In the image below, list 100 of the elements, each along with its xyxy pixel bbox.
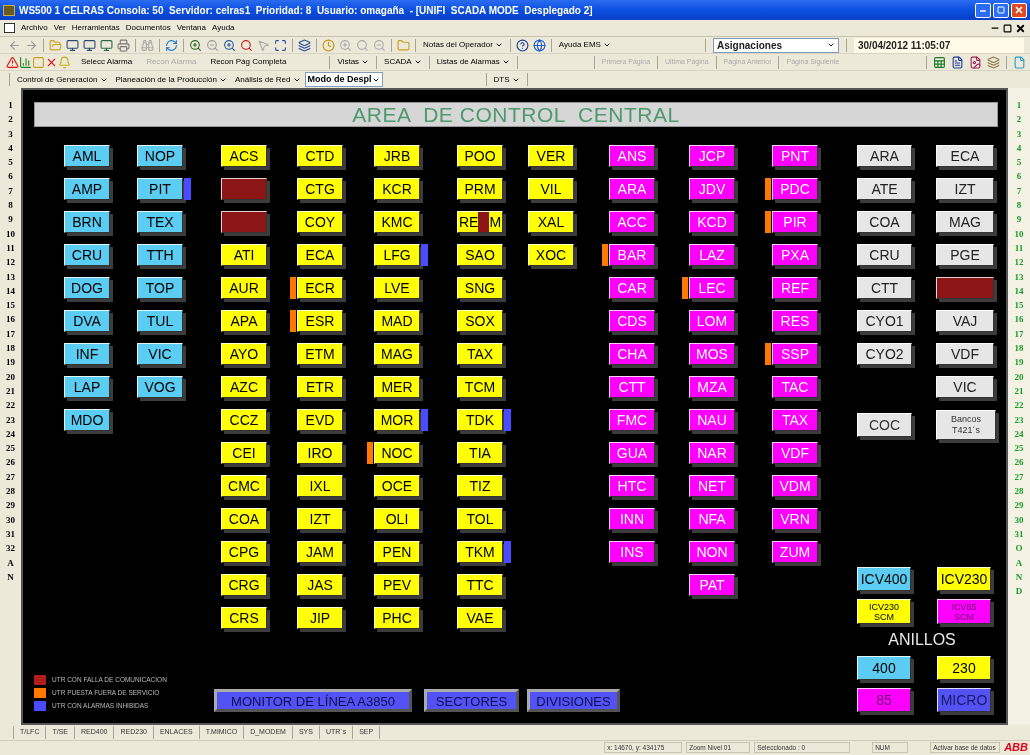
station-button[interactable]: ECA bbox=[936, 145, 994, 167]
row-marker[interactable]: 30 bbox=[6, 512, 15, 527]
station-button[interactable]: EVD bbox=[297, 409, 343, 431]
toolbar-button[interactable]: Selecc Alarma bbox=[77, 56, 137, 68]
station-button[interactable]: KCR bbox=[374, 178, 420, 200]
menu-item[interactable]: Herramientas bbox=[71, 22, 120, 34]
row-marker[interactable]: 23 bbox=[6, 412, 15, 427]
station-button[interactable]: MDO bbox=[64, 409, 110, 431]
station-button[interactable]: DOG bbox=[64, 277, 110, 299]
row-marker[interactable]: 27 bbox=[6, 469, 15, 484]
station-button[interactable]: LVE bbox=[374, 277, 420, 299]
station-button[interactable]: VIC bbox=[936, 376, 994, 398]
station-button[interactable]: ARA bbox=[857, 145, 912, 167]
station-button[interactable]: CRU bbox=[857, 244, 912, 266]
station-button[interactable]: Bancos T421´s bbox=[936, 410, 996, 440]
row-marker[interactable]: 13 bbox=[6, 269, 15, 284]
row-marker[interactable]: 14 bbox=[6, 283, 15, 299]
station-button[interactable]: TOL bbox=[457, 508, 503, 530]
station-button[interactable]: SNG bbox=[457, 277, 503, 299]
station-button[interactable]: TKM bbox=[457, 541, 503, 563]
station-button[interactable]: MOR bbox=[374, 409, 420, 431]
station-button[interactable]: PHC bbox=[374, 607, 420, 629]
station-button[interactable]: VAJ bbox=[936, 310, 994, 332]
station-button[interactable]: CMC bbox=[221, 475, 267, 497]
station-button[interactable]: VAE bbox=[457, 607, 503, 629]
row-marker[interactable]: 25 bbox=[6, 441, 15, 456]
station-button[interactable]: SOX bbox=[457, 310, 503, 332]
station-button[interactable]: COA bbox=[857, 211, 912, 233]
menu-item[interactable]: Ver bbox=[53, 22, 66, 34]
station-button[interactable]: XOC bbox=[528, 244, 574, 266]
row-marker[interactable]: 17 bbox=[6, 326, 15, 342]
row-marker[interactable]: 12 bbox=[6, 255, 15, 270]
station-button[interactable]: INF bbox=[64, 343, 110, 365]
row-marker[interactable]: N bbox=[7, 569, 14, 585]
row-marker[interactable]: 2 bbox=[8, 112, 13, 127]
station-button[interactable]: IZT bbox=[936, 178, 994, 200]
station-button[interactable]: CCZ bbox=[221, 409, 267, 431]
station-button[interactable]: AUR bbox=[221, 277, 267, 299]
row-marker[interactable]: 6 bbox=[8, 169, 13, 184]
toolbar-menu[interactable]: Control de Generación bbox=[13, 72, 112, 87]
toolbar-menu[interactable]: DTS bbox=[489, 72, 524, 87]
row-marker[interactable]: 10 bbox=[6, 226, 15, 241]
station-button[interactable]: CPG bbox=[221, 541, 267, 563]
station-button[interactable]: COC bbox=[857, 413, 912, 438]
station-button[interactable]: JAS bbox=[297, 574, 343, 596]
row-marker[interactable]: 11 bbox=[6, 240, 15, 256]
station-button[interactable]: VIC bbox=[137, 343, 183, 365]
station-button[interactable]: LFG bbox=[374, 244, 420, 266]
row-marker[interactable]: 15 bbox=[6, 298, 15, 313]
ring-button[interactable]: ICV230 SCM bbox=[857, 599, 911, 624]
station-button[interactable]: TUL bbox=[137, 310, 183, 332]
toolbar-menu[interactable]: Listas de Alarmas bbox=[432, 54, 514, 70]
station-button[interactable]: MAG bbox=[374, 343, 420, 365]
station-button[interactable]: CEI bbox=[221, 442, 267, 464]
station-button[interactable]: TOP bbox=[137, 277, 183, 299]
menu-item[interactable]: Documentos bbox=[125, 22, 171, 34]
row-marker[interactable]: 19 bbox=[6, 355, 15, 370]
station-button[interactable]: APA bbox=[221, 310, 267, 332]
row-marker[interactable]: 31 bbox=[6, 526, 15, 542]
station-button[interactable]: JAM bbox=[297, 541, 343, 563]
station-button[interactable]: VOG bbox=[137, 376, 183, 398]
station-button[interactable]: TAX bbox=[457, 343, 503, 365]
station-button[interactable]: CRG bbox=[221, 574, 267, 596]
station-button[interactable]: VER bbox=[528, 145, 574, 167]
station-button[interactable]: CYO1 bbox=[857, 310, 912, 332]
row-marker[interactable]: 20 bbox=[6, 369, 15, 384]
toolbar-button[interactable]: Recon Pág Completa bbox=[206, 56, 291, 68]
station-button[interactable]: COA bbox=[221, 508, 267, 530]
ring-button[interactable]: 230 bbox=[937, 656, 991, 680]
station-button[interactable]: LAP bbox=[64, 376, 110, 398]
row-marker[interactable]: 21 bbox=[6, 383, 15, 399]
station-button[interactable]: VDF bbox=[936, 343, 994, 365]
row-marker[interactable]: 7 bbox=[8, 183, 13, 199]
toolbar-menu[interactable]: SCADA bbox=[380, 54, 426, 70]
station-button[interactable]: ESR bbox=[297, 310, 343, 332]
station-button[interactable]: AZC bbox=[221, 376, 267, 398]
station-button[interactable]: CTT bbox=[857, 277, 912, 299]
station-button[interactable]: ECA bbox=[297, 244, 343, 266]
station-button[interactable]: AMP bbox=[64, 178, 110, 200]
station-button[interactable]: PRM bbox=[457, 178, 503, 200]
station-button[interactable]: KMC bbox=[374, 211, 420, 233]
row-marker[interactable]: 3 bbox=[8, 126, 13, 141]
station-button[interactable]: SAO bbox=[457, 244, 503, 266]
menu-item[interactable]: Ayuda bbox=[212, 22, 235, 34]
assignments-dropdown[interactable]: Asignaciones bbox=[713, 37, 839, 53]
row-marker[interactable]: 5 bbox=[8, 155, 13, 170]
station-button[interactable]: PIT bbox=[137, 178, 183, 200]
station-button[interactable]: COY bbox=[297, 211, 343, 233]
ring-button[interactable]: 85 bbox=[857, 688, 911, 712]
station-button[interactable]: NOP bbox=[137, 145, 183, 167]
row-marker[interactable]: 9 bbox=[8, 212, 13, 227]
station-button[interactable]: ACS bbox=[221, 145, 267, 167]
station-button[interactable]: NOC bbox=[374, 442, 420, 464]
station-button[interactable]: MAG bbox=[936, 211, 994, 233]
station-button[interactable]: ETM bbox=[297, 343, 343, 365]
station-button[interactable]: OLI bbox=[374, 508, 420, 530]
station-button[interactable]: VIL bbox=[528, 178, 574, 200]
station-button[interactable]: AML bbox=[64, 145, 110, 167]
station-button[interactable]: TIA bbox=[457, 442, 503, 464]
station-button[interactable]: BRN bbox=[64, 211, 110, 233]
